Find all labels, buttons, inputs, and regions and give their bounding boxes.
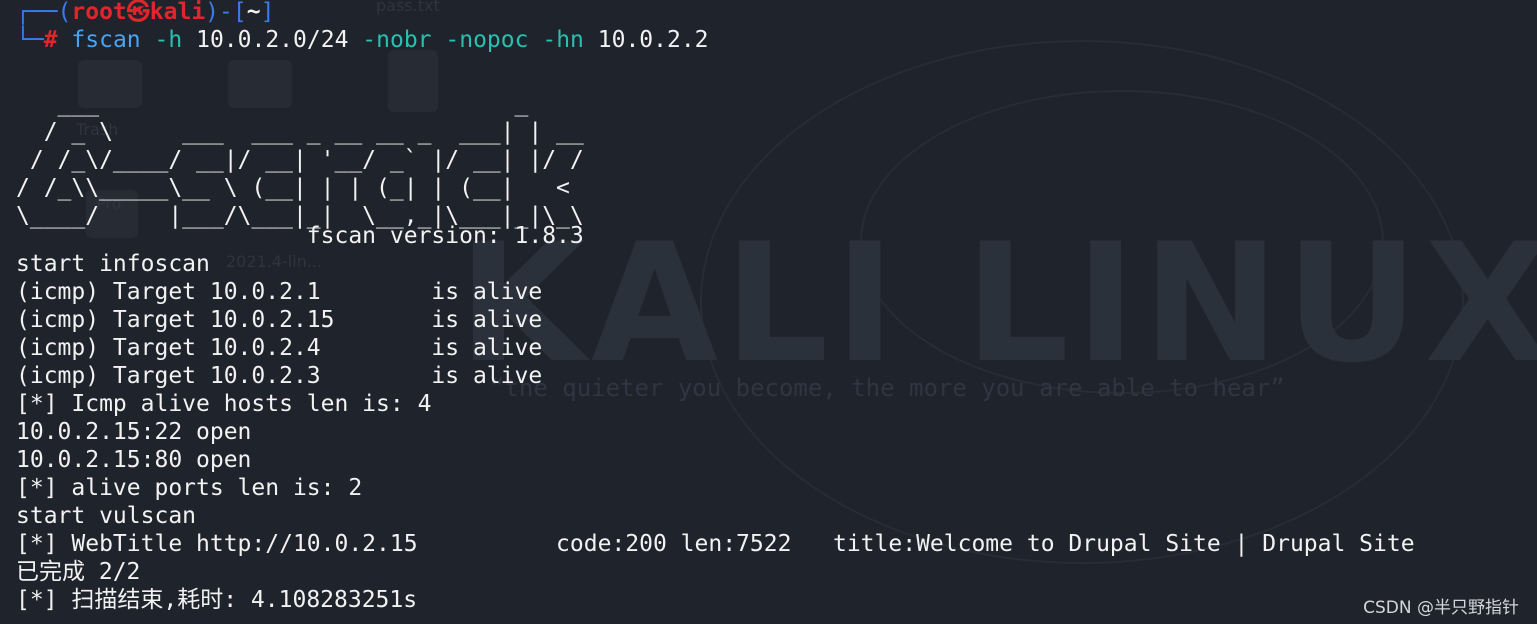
prompt-hash: # bbox=[43, 27, 58, 53]
output-line: (icmp) Target 10.0.2.15 is alive bbox=[16, 307, 543, 333]
command-flag-hn: -hn bbox=[542, 27, 584, 53]
command-line[interactable]: └─# fscan -h 10.0.2.0/24 -nobr -nopoc -h… bbox=[16, 26, 709, 54]
output-line: (icmp) Target 10.0.2.4 is alive bbox=[16, 335, 543, 361]
prompt-line: ┌──(root㉿kali)-[~] bbox=[16, 0, 274, 26]
command-exclude: 10.0.2.2 bbox=[597, 27, 709, 53]
output-line: [*] alive ports len is: 2 bbox=[16, 475, 363, 501]
wallpaper-title: KALI LINUX bbox=[458, 208, 1537, 399]
prompt-skull-icon: ㉿ bbox=[126, 0, 150, 25]
prompt-frame-right: ] bbox=[260, 0, 275, 25]
command-flag-nobr: -nobr bbox=[362, 27, 432, 53]
wallpaper-dragon-swirl-inner bbox=[860, 90, 1384, 394]
output-line: [*] Icmp alive hosts len is: 4 bbox=[16, 391, 432, 417]
desktop-label-archive: 2021.4-lin... bbox=[226, 252, 323, 271]
prompt-user: root bbox=[71, 0, 127, 25]
wallpaper-quote: “the quieter you become, the more you ar… bbox=[490, 374, 1285, 402]
command-flag-h: -h bbox=[154, 27, 183, 53]
prompt-frame-left: ┌──( bbox=[16, 0, 72, 25]
command-program: fscan bbox=[71, 27, 141, 53]
output-line: [*] 扫描结束,耗时: 4.108283251s bbox=[16, 587, 418, 613]
desktop-label-pass: pass.txt bbox=[376, 0, 440, 15]
csdn-watermark: CSDN @半只野指针 bbox=[1363, 598, 1519, 618]
output-line: [*] WebTitle http://10.0.2.15 code:200 l… bbox=[16, 531, 1415, 557]
gscan-ascii-banner: ___ _ / _ \ ___ ___ _ __ __ _ ___| | __ … bbox=[16, 91, 584, 229]
output-line: 已完成 2/2 bbox=[16, 559, 141, 585]
output-line: (icmp) Target 10.0.2.1 is alive bbox=[16, 279, 543, 305]
output-line: start infoscan bbox=[16, 251, 210, 277]
output-line: start vulscan bbox=[16, 503, 197, 529]
prompt-frame-bottom: └─ bbox=[16, 27, 44, 53]
wallpaper-dragon-swirl bbox=[700, 40, 1464, 564]
output-line: 10.0.2.15:80 open bbox=[16, 447, 252, 473]
prompt-dir: ~ bbox=[246, 0, 261, 25]
prompt-frame-mid: )-[ bbox=[205, 0, 247, 25]
command-flag-nopoc: -nopoc bbox=[445, 27, 529, 53]
fscan-version: fscan version: 1.8.3 bbox=[16, 223, 584, 249]
terminal-window[interactable]: Trash pass.txt Pro 2021.4-lin... KALI LI… bbox=[0, 0, 1537, 624]
prompt-host: kali bbox=[149, 0, 206, 25]
command-target: 10.0.2.0/24 bbox=[196, 27, 349, 53]
output-line: (icmp) Target 10.0.2.3 is alive bbox=[16, 363, 543, 389]
output-line: 10.0.2.15:22 open bbox=[16, 419, 252, 445]
